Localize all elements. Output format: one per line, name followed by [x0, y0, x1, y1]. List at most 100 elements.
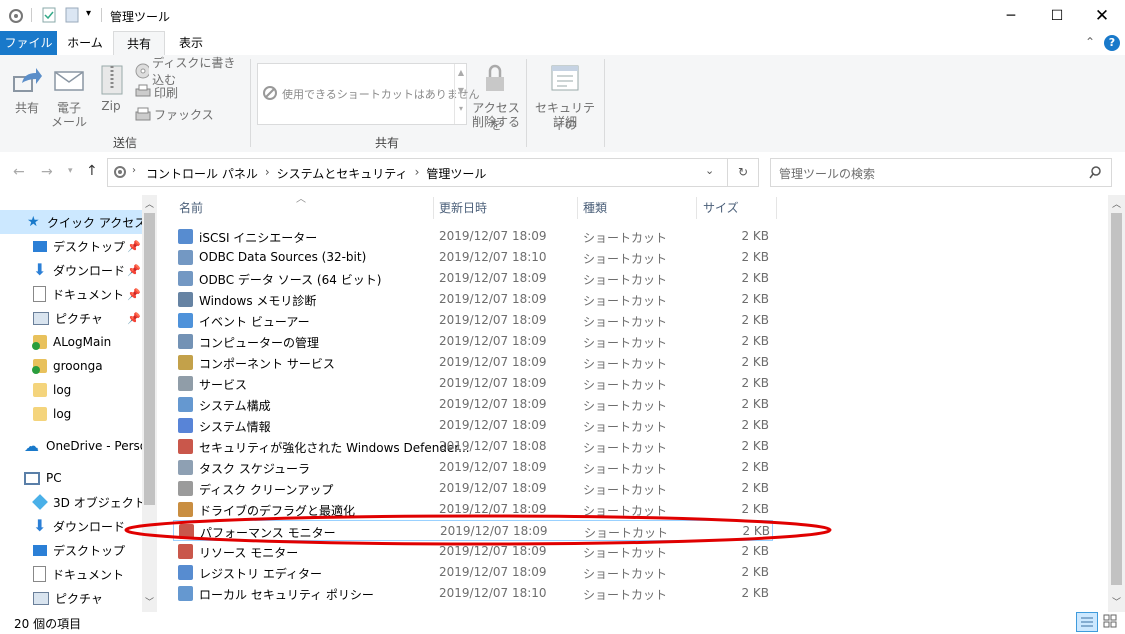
breadcrumb-chevron-icon[interactable]: ›	[265, 165, 270, 182]
breadcrumb-chevron-icon[interactable]: ›	[132, 165, 136, 176]
column-header-name[interactable]: 名前	[179, 197, 434, 219]
folder-icon	[33, 383, 47, 397]
file-type: ショートカット	[583, 252, 668, 266]
table-row[interactable]: イベント ビューアー 2019/12/07 18:09 ショートカット 2 KB	[173, 310, 773, 331]
sidebar-item-downloads[interactable]: ⬇ ダウンロード 📌	[0, 258, 142, 282]
scroll-up-icon[interactable]: ︿	[1112, 197, 1121, 210]
sidebar-item-documents[interactable]: ドキュメント 📌	[0, 282, 142, 306]
cube-icon	[32, 494, 48, 510]
file-date: 2019/12/07 18:09	[439, 271, 547, 285]
column-divider[interactable]	[776, 197, 777, 219]
sidebar-item-log[interactable]: log	[0, 378, 142, 402]
pictures-icon	[33, 591, 49, 605]
shortcut-icon	[178, 418, 193, 433]
file-name: iSCSI イニシエーター	[199, 231, 318, 245]
maximize-button[interactable]: ☐	[1034, 0, 1080, 31]
column-divider[interactable]	[577, 197, 578, 219]
file-name: サービス	[199, 378, 248, 392]
file-name: ディスク クリーンアップ	[199, 483, 334, 497]
table-row[interactable]: セキュリティが強化された Windows Defender... 2019/12/…	[173, 436, 773, 457]
print-button[interactable]: 印刷	[135, 83, 247, 101]
search-icon[interactable]	[1089, 166, 1102, 179]
sidebar-item-documents[interactable]: ドキュメント	[0, 562, 142, 586]
table-row[interactable]: Windows メモリ診断 2019/12/07 18:09 ショートカット 2 KB	[173, 289, 773, 310]
scroll-up-icon[interactable]: ︿	[145, 197, 154, 210]
table-row[interactable]: レジストリ エディター 2019/12/07 18:09 ショートカット 2 KB	[173, 562, 773, 583]
print-label: 印刷	[154, 85, 179, 100]
table-row[interactable]: タスク スケジューラ 2019/12/07 18:09 ショートカット 2 KB	[173, 457, 773, 478]
close-button[interactable]: ✕	[1079, 0, 1125, 31]
help-icon[interactable]: ?	[1104, 35, 1120, 51]
sidebar-item-quick-access[interactable]: ★ クイック アクセス	[0, 210, 142, 234]
scroll-thumb[interactable]	[144, 213, 155, 505]
tab-view[interactable]: 表示	[164, 31, 218, 55]
search-box[interactable]: 管理ツールの検索	[770, 158, 1112, 187]
large-icons-view-icon	[1103, 614, 1117, 628]
breadcrumb-chevron-icon[interactable]: ›	[415, 165, 420, 182]
sidebar-item-pc[interactable]: PC	[0, 466, 142, 490]
table-row[interactable]: システム情報 2019/12/07 18:09 ショートカット 2 KB	[173, 415, 773, 436]
sidebar-item-groonga[interactable]: groonga	[0, 354, 142, 378]
properties-icon[interactable]	[42, 7, 56, 23]
tab-file[interactable]: ファイル	[0, 31, 57, 55]
gallery-scroll[interactable]: ▲ ▼ ▾	[454, 64, 467, 124]
column-divider[interactable]	[433, 197, 434, 219]
table-row[interactable]: ローカル セキュリティ ポリシー 2019/12/07 18:10 ショートカット 2…	[173, 583, 773, 604]
column-header-date[interactable]: 更新日時	[439, 197, 577, 219]
tab-home[interactable]: ホーム	[57, 31, 113, 55]
remove-access-button[interactable]: アクセスを 削除する	[470, 61, 522, 132]
address-history-chevron-icon[interactable]: ⌄	[705, 164, 714, 177]
file-list-scrollbar[interactable]: ︿ ﹀	[1108, 195, 1125, 612]
separator	[101, 8, 102, 22]
table-row[interactable]: iSCSI イニシエーター 2019/12/07 18:09 ショートカット 2 KB	[173, 226, 773, 247]
file-type: ショートカット	[583, 420, 668, 434]
sidebar-item-label: デスクトップ	[53, 239, 126, 254]
email-button[interactable]: 電子 メール	[50, 61, 88, 131]
scroll-down-icon[interactable]: ﹀	[1112, 595, 1121, 608]
breadcrumb-system-security[interactable]: システムとセキュリティ	[277, 165, 408, 182]
file-name: イベント ビューアー	[199, 315, 310, 329]
breadcrumb-admin-tools[interactable]: 管理ツール	[426, 165, 486, 182]
recent-locations-chevron-icon[interactable]: ▾	[68, 166, 73, 176]
table-row[interactable]: コンピューターの管理 2019/12/07 18:09 ショートカット 2 KB	[173, 331, 773, 352]
table-row[interactable]: サービス 2019/12/07 18:09 ショートカット 2 KB	[173, 373, 773, 394]
share-button[interactable]: 共有	[6, 61, 48, 125]
refresh-button[interactable]: ↻	[727, 158, 759, 187]
forward-arrow-icon[interactable]: →	[41, 164, 53, 180]
sidebar-item-log[interactable]: log	[0, 402, 142, 426]
large-icons-view-button[interactable]	[1100, 612, 1120, 630]
scroll-thumb[interactable]	[1111, 213, 1122, 585]
table-row[interactable]: システム構成 2019/12/07 18:09 ショートカット 2 KB	[173, 394, 773, 415]
burn-disc-button[interactable]: ディスクに書き込む	[135, 56, 247, 87]
fax-button[interactable]: ファックス	[135, 105, 247, 123]
admin-tools-icon[interactable]	[7, 7, 25, 25]
minimize-button[interactable]: ─	[988, 0, 1034, 31]
column-header-size[interactable]: サイズ	[703, 197, 773, 219]
new-folder-icon[interactable]	[65, 7, 79, 23]
column-header-type[interactable]: 種類	[583, 197, 693, 219]
up-arrow-icon[interactable]: ↑	[86, 163, 98, 179]
sidebar-item-pictures[interactable]: ピクチャ	[0, 586, 142, 610]
customize-qat-chevron-icon[interactable]: ▾	[86, 8, 91, 19]
breadcrumb-control-panel[interactable]: コントロール パネル	[146, 165, 258, 182]
table-row[interactable]: ディスク クリーンアップ 2019/12/07 18:09 ショートカット 2 KB	[173, 478, 773, 499]
sidebar-item-onedrive[interactable]: ☁ OneDrive - Person	[0, 434, 142, 458]
details-view-button[interactable]	[1076, 612, 1098, 632]
sidebar-item-pictures[interactable]: ピクチャ 📌	[0, 306, 142, 330]
share-with-gallery[interactable]: 使用できるショートカットはありません ▲ ▼ ▾	[257, 63, 479, 125]
collapse-ribbon-icon[interactable]: ⌃	[1085, 35, 1095, 49]
column-divider[interactable]	[696, 197, 697, 219]
sidebar-item-alogmain[interactable]: ALogMain	[0, 330, 142, 354]
scroll-down-icon[interactable]: ﹀	[145, 595, 154, 608]
advanced-security-button[interactable]: セキュリティの 詳細	[530, 61, 600, 132]
table-row[interactable]: コンポーネント サービス 2019/12/07 18:09 ショートカット 2 KB	[173, 352, 773, 373]
sidebar-item-label: ALogMain	[53, 335, 112, 349]
sidebar-item-desktop[interactable]: デスクトップ 📌	[0, 234, 142, 258]
file-size: 2 KB	[741, 250, 769, 264]
back-arrow-icon[interactable]: ←	[13, 164, 25, 180]
table-row[interactable]: ODBC データ ソース (64 ビット) 2019/12/07 18:09 ショー…	[173, 268, 773, 289]
table-row[interactable]: ODBC Data Sources (32-bit) 2019/12/07 18:…	[173, 247, 773, 268]
address-bar[interactable]: › コントロール パネル › システムとセキュリティ › 管理ツール ⌄	[107, 158, 728, 187]
file-size: 2 KB	[741, 292, 769, 306]
zip-button[interactable]: Zip	[94, 61, 128, 125]
